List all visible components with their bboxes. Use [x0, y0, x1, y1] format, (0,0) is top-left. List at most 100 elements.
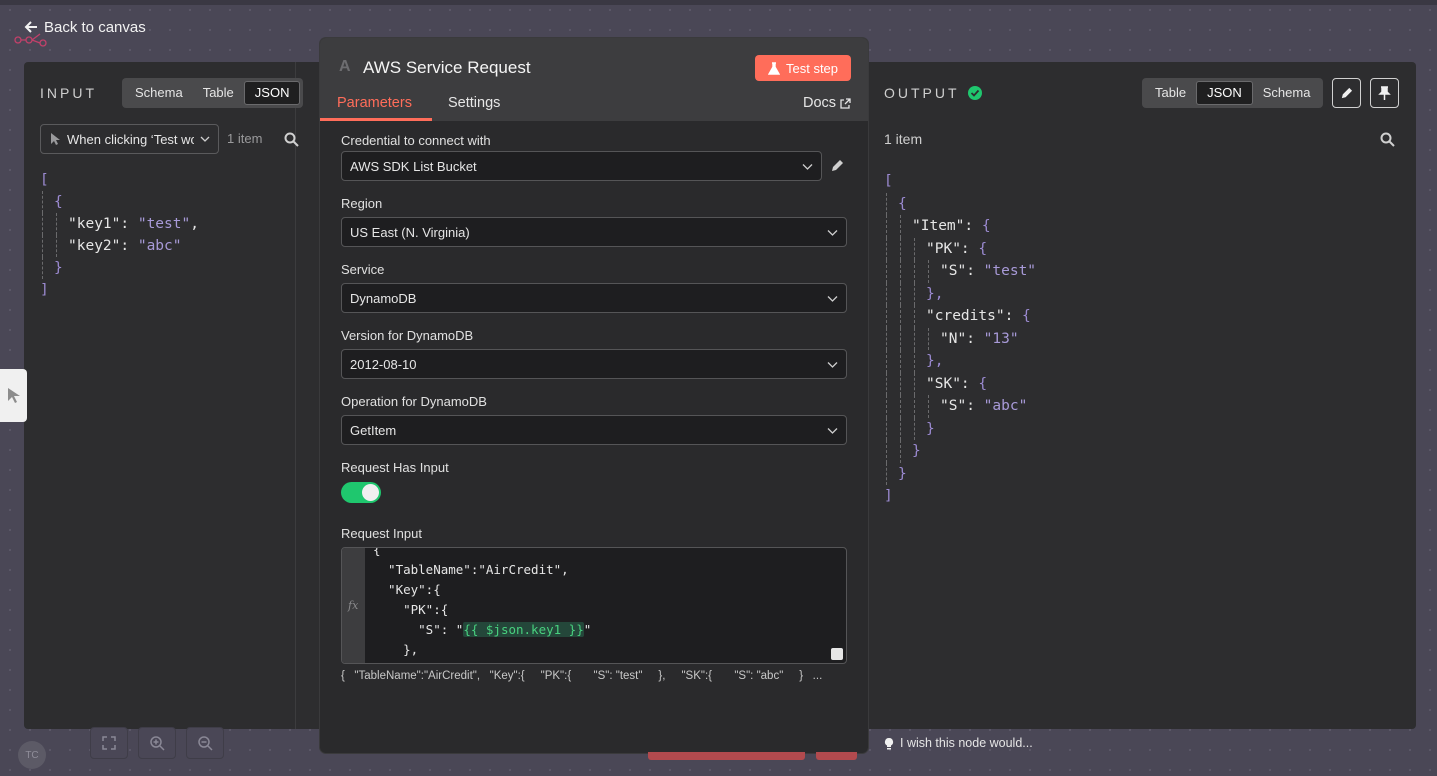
json-line: "SK": {: [884, 372, 1036, 395]
json-line: "S": "test": [884, 260, 1036, 283]
operation-select[interactable]: GetItem: [341, 415, 847, 445]
code-line: "PK":{: [373, 602, 449, 617]
indent-guide: [886, 440, 887, 463]
tab-parameters[interactable]: Parameters: [337, 95, 412, 111]
indent-guide: [886, 215, 887, 238]
json-key: "key1":: [68, 216, 138, 232]
credential-select[interactable]: AWS SDK List Bucket: [341, 151, 822, 181]
request-input-editor[interactable]: fx { "TableName":"AirCredit", "Key":{ "P…: [341, 547, 847, 664]
chevron-down-icon: [827, 229, 838, 236]
output-view-json[interactable]: JSON: [1196, 81, 1253, 105]
input-view-schema[interactable]: Schema: [125, 81, 193, 105]
input-node-value: When clicking ‘Test wo: [67, 131, 194, 147]
pencil-icon: [1341, 87, 1353, 98]
node-title[interactable]: AWS Service Request: [363, 58, 531, 78]
indent-guide: [914, 282, 915, 305]
indent-guide: [914, 237, 915, 260]
cursor-arrow-icon: [7, 387, 20, 403]
feedback-label: I wish this node would...: [900, 736, 1033, 750]
zoom-out-button[interactable]: [186, 727, 224, 759]
json-key: "S":: [940, 263, 984, 279]
top-strip: [0, 0, 1437, 5]
service-select[interactable]: DynamoDB: [341, 283, 847, 313]
json-line: ]: [884, 485, 1036, 508]
collapse-panel-tab[interactable]: [0, 369, 27, 422]
indent-guide: [914, 417, 915, 440]
json-bracket: },: [926, 353, 944, 369]
version-select[interactable]: 2012-08-10: [341, 349, 847, 379]
json-key: "S":: [940, 398, 984, 414]
json-bracket: ]: [884, 488, 893, 504]
json-line: },: [884, 282, 1036, 305]
indent-guide: [914, 372, 915, 395]
edit-credential-pencil-icon[interactable]: [828, 157, 846, 175]
user-avatar[interactable]: TC: [18, 741, 46, 769]
credential-label: Credential to connect with: [341, 133, 491, 148]
output-title: OUTPUT: [884, 85, 960, 101]
indent-guide: [886, 372, 887, 395]
flask-icon: [767, 61, 780, 75]
indent-guide: [42, 257, 43, 279]
has-input-toggle[interactable]: [341, 482, 381, 503]
region-label: Region: [341, 196, 383, 211]
indent-guide: [886, 282, 887, 305]
code-line: "TableName":"AirCredit",: [373, 562, 569, 577]
docs-link[interactable]: Docs: [803, 95, 851, 111]
zoom-to-fit-button[interactable]: [90, 727, 128, 759]
output-view-schema[interactable]: Schema: [1253, 81, 1321, 105]
json-value: "test": [137, 216, 191, 232]
indent-guide: [886, 350, 887, 373]
json-line: "S": "abc": [884, 395, 1036, 418]
success-check-icon: [967, 86, 982, 100]
indent-guide: [914, 350, 915, 373]
test-step-button[interactable]: Test step: [755, 55, 851, 81]
region-select[interactable]: US East (N. Virginia): [341, 217, 847, 247]
feedback-link[interactable]: I wish this node would...: [884, 736, 1033, 750]
output-view-table[interactable]: Table: [1145, 81, 1196, 105]
node-parameters-panel: A AWS Service Request Test step Paramete…: [320, 38, 868, 753]
indent-guide: [900, 282, 901, 305]
json-line: "PK": {: [884, 237, 1036, 260]
indent-guide: [56, 213, 57, 235]
output-search-icon[interactable]: [1378, 130, 1396, 148]
indent-guide: [900, 215, 901, 238]
code-line: "S": "{{ $json.key1 }}": [373, 622, 592, 637]
json-bracket: {: [978, 240, 988, 257]
json-bracket: }: [898, 465, 907, 482]
edit-output-button[interactable]: [1332, 78, 1361, 108]
output-json-view: [{"Item": {"PK": {"S": "test"}, "credits"…: [884, 170, 1036, 508]
execute-workflow-button-edge[interactable]: [648, 752, 805, 760]
json-line: "credits": {: [884, 305, 1036, 328]
cursor-icon: [51, 133, 60, 145]
indent-guide: [886, 462, 887, 485]
input-node-select[interactable]: When clicking ‘Test wo: [40, 124, 219, 154]
aws-node-icon: A: [339, 58, 351, 75]
input-view-json[interactable]: JSON: [243, 81, 301, 105]
output-title-row: OUTPUT: [884, 85, 982, 101]
version-value: 2012-08-10: [350, 356, 417, 372]
indent-guide: [56, 235, 57, 257]
region-value: US East (N. Virginia): [350, 224, 470, 240]
pin-output-button[interactable]: [1370, 78, 1399, 108]
expand-editor-icon[interactable]: [831, 648, 843, 660]
json-bracket: {: [978, 375, 988, 392]
input-panel-divider: [295, 62, 296, 729]
request-input-code[interactable]: { "TableName":"AirCredit", "Key":{ "PK":…: [373, 548, 592, 660]
indent-guide: [886, 417, 887, 440]
json-line: [: [884, 170, 1036, 193]
input-search-icon[interactable]: [282, 130, 300, 148]
service-label: Service: [341, 262, 385, 277]
input-json-view: [{"key1": "test", "key2": "abc"}]: [40, 169, 199, 301]
trigger-button-edge[interactable]: [816, 752, 857, 760]
input-title: INPUT: [40, 85, 97, 101]
json-line: "key2": "abc": [40, 235, 199, 257]
zoom-out-icon: [197, 735, 213, 751]
zoom-in-button[interactable]: [138, 727, 176, 759]
json-line: "key1": "test",: [40, 213, 199, 235]
tab-settings[interactable]: Settings: [448, 95, 500, 111]
json-value: "test": [983, 263, 1037, 279]
indent-guide: [900, 350, 901, 373]
indent-guide: [928, 395, 929, 418]
input-view-table[interactable]: Table: [193, 81, 244, 105]
input-view-switch: Schema Table JSON: [122, 78, 304, 108]
